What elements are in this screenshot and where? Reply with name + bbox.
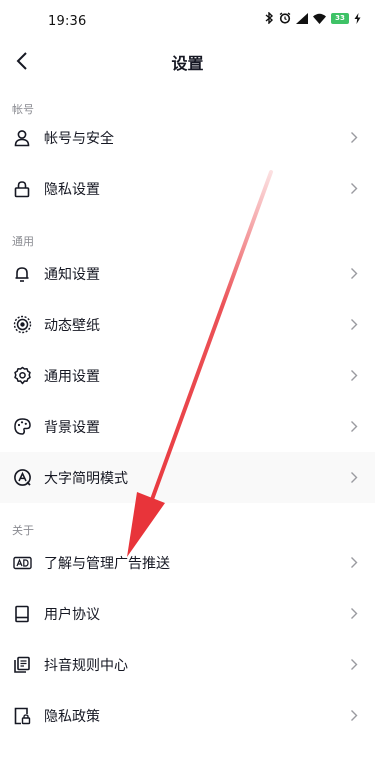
settings-item-user-agreement[interactable]: 用户协议: [0, 588, 375, 639]
chevron-right-icon: [349, 656, 359, 672]
rules-icon: [12, 655, 32, 675]
settings-item-label: 动态壁纸: [44, 317, 100, 334]
gear-icon: [12, 366, 32, 386]
chevron-right-icon: [349, 418, 359, 434]
charging-icon: [354, 12, 361, 24]
settings-item-rules-center[interactable]: 抖音规则中心: [0, 639, 375, 690]
status-icons: 33: [265, 12, 361, 24]
settings-item-label: 用户协议: [44, 606, 100, 623]
chevron-right-icon: [349, 129, 359, 145]
settings-item-background[interactable]: 背景设置: [0, 401, 375, 452]
chevron-right-icon: [349, 367, 359, 383]
wifi-icon: [313, 13, 326, 24]
settings-item-notifications[interactable]: 通知设置: [0, 248, 375, 299]
settings-item-privacy-settings[interactable]: 隐私设置: [0, 163, 375, 214]
person-icon: [12, 128, 32, 148]
chevron-right-icon: [349, 707, 359, 723]
nav-bar: 设置: [0, 44, 375, 78]
book-icon: [12, 604, 32, 624]
lock-icon: [12, 179, 32, 199]
settings-item-label: 隐私设置: [44, 181, 100, 198]
page-title: 设置: [171, 54, 204, 73]
section-header-about: 关于: [12, 524, 34, 537]
settings-item-general-settings[interactable]: 通用设置: [0, 350, 375, 401]
signal-icon: [296, 12, 308, 24]
battery-icon: 33: [331, 12, 349, 24]
section-header-account: 帐号: [12, 103, 34, 116]
settings-item-label: 了解与管理广告推送: [44, 555, 170, 572]
bluetooth-icon: [265, 12, 274, 24]
settings-item-label: 抖音规则中心: [44, 657, 128, 674]
chevron-right-icon: [349, 265, 359, 281]
chevron-right-icon: [349, 554, 359, 570]
settings-item-ad-management[interactable]: 了解与管理广告推送: [0, 537, 375, 588]
ad-icon: [12, 553, 32, 573]
section-header-general: 通用: [12, 235, 34, 248]
chevron-right-icon: [349, 180, 359, 196]
privacy-policy-icon: [12, 706, 32, 726]
font-size-icon: [12, 468, 32, 488]
settings-item-account-security[interactable]: 帐号与安全: [0, 112, 375, 163]
settings-item-label: 大字简明模式: [44, 470, 128, 487]
palette-icon: [12, 417, 32, 437]
status-time: 19:36: [48, 14, 87, 29]
settings-item-label: 通用设置: [44, 368, 100, 385]
target-icon: [12, 315, 32, 335]
settings-item-label: 隐私政策: [44, 708, 100, 725]
chevron-right-icon: [349, 605, 359, 621]
bell-icon: [12, 264, 32, 284]
settings-item-label: 通知设置: [44, 266, 100, 283]
settings-item-label: 帐号与安全: [44, 130, 114, 147]
chevron-right-icon: [349, 316, 359, 332]
settings-item-live-wallpaper[interactable]: 动态壁纸: [0, 299, 375, 350]
settings-item-privacy-policy[interactable]: 隐私政策: [0, 690, 375, 741]
chevron-right-icon: [349, 469, 359, 485]
settings-item-large-font-mode[interactable]: 大字简明模式: [0, 452, 375, 503]
status-bar: 19:36 33: [0, 0, 375, 44]
settings-item-label: 背景设置: [44, 419, 100, 436]
alarm-icon: [279, 12, 291, 24]
